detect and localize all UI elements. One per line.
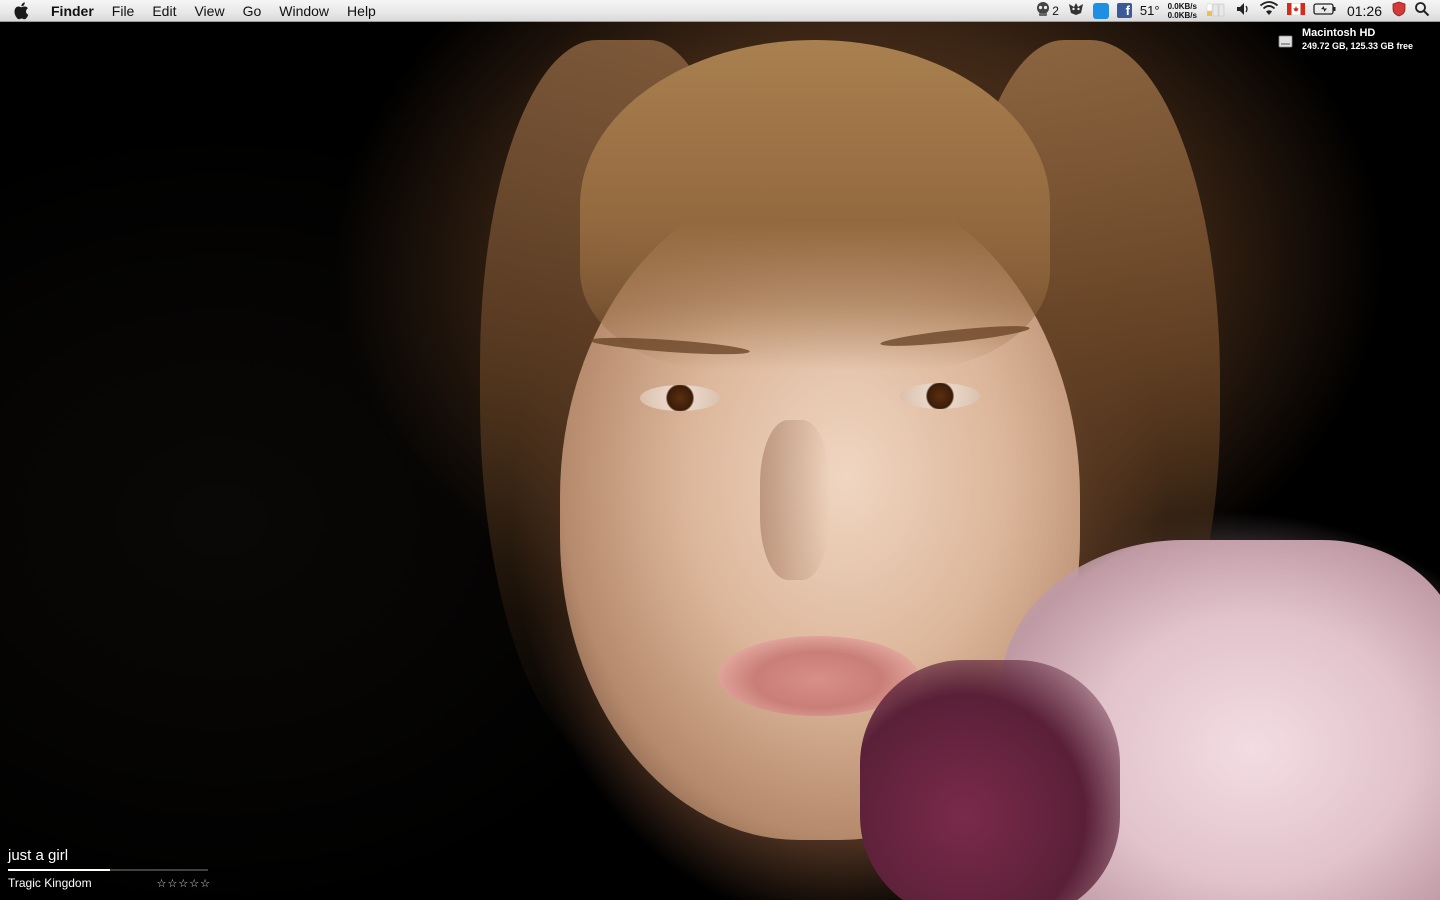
menu-app-finder[interactable]: Finder	[42, 0, 103, 22]
menu-view[interactable]: View	[185, 0, 233, 22]
facebook-status[interactable]: f	[1116, 0, 1132, 22]
menu-help[interactable]: Help	[338, 0, 385, 22]
weather-status[interactable]: 51°	[1140, 0, 1160, 22]
wallpaper-bangs	[580, 40, 1050, 370]
network-meter[interactable]: 0.0KB/s 0.0KB/s	[1168, 0, 1197, 22]
menu-file[interactable]: File	[103, 0, 144, 22]
track-rating[interactable]: ☆ ☆ ☆ ☆ ☆	[157, 877, 210, 890]
track-progress-fill	[8, 869, 110, 871]
battery-icon	[1313, 2, 1337, 19]
growl-status[interactable]	[1067, 0, 1085, 22]
memory-bars[interactable]	[1205, 0, 1227, 22]
disk-name: Macintosh HD	[1302, 27, 1376, 39]
wallpaper-eye-right	[900, 383, 980, 409]
canada-flag-icon	[1286, 2, 1306, 18]
alien-monitor-status[interactable]: 2	[1035, 0, 1059, 22]
clock[interactable]: 01:26	[1345, 0, 1384, 22]
rating-star-icon[interactable]: ☆	[157, 877, 167, 890]
hard-disk-icon	[1278, 33, 1294, 51]
input-source[interactable]	[1286, 0, 1306, 22]
disk-capacity: 249.72 GB, 125.33 GB free	[1302, 41, 1414, 51]
growl-icon	[1067, 1, 1085, 20]
menu-go[interactable]: Go	[234, 0, 271, 22]
spotlight-search-icon	[1414, 1, 1430, 20]
apple-menu-icon[interactable]	[0, 0, 42, 22]
net-down-speed: 0.0KB/s	[1167, 10, 1197, 20]
net-up-speed: 0.0KB/s	[1167, 1, 1197, 11]
menu-bar: Finder File Edit View Go Window Help 2 f…	[0, 0, 1440, 22]
battery-status[interactable]	[1313, 0, 1337, 22]
weather-value: 51°	[1139, 3, 1160, 18]
dropbox-icon	[1092, 2, 1109, 19]
rating-star-icon[interactable]: ☆	[178, 877, 188, 890]
album-name: Tragic Kingdom	[8, 876, 92, 890]
facebook-icon: f	[1116, 3, 1132, 18]
security-status[interactable]	[1392, 0, 1406, 22]
volume-status[interactable]	[1235, 0, 1251, 22]
wallpaper-eye-left	[640, 385, 720, 411]
track-progress-bar[interactable]	[8, 869, 208, 871]
dropbox-status[interactable]	[1092, 0, 1109, 22]
menu-window[interactable]: Window	[270, 0, 338, 22]
alien-monitor-icon	[1035, 1, 1051, 20]
now-playing-widget: just a girl Tragic Kingdom ☆ ☆ ☆ ☆ ☆	[8, 846, 218, 890]
track-title: just a girl	[8, 847, 69, 864]
volume-icon	[1235, 1, 1251, 20]
alien-count: 2	[1052, 3, 1059, 18]
wallpaper-nose	[760, 420, 830, 580]
memory-bars-icon	[1205, 1, 1227, 20]
rating-star-icon[interactable]: ☆	[189, 877, 199, 890]
wallpaper-scarf	[860, 660, 1120, 900]
desktop-wallpaper	[0, 0, 1440, 900]
disk-usage-widget: Macintosh HD 249.72 GB, 125.33 GB free	[1278, 27, 1413, 51]
rating-star-icon[interactable]: ☆	[200, 877, 210, 890]
wifi-status[interactable]	[1259, 0, 1279, 22]
shield-icon	[1392, 1, 1406, 20]
menu-edit[interactable]: Edit	[143, 0, 185, 22]
rating-star-icon[interactable]: ☆	[168, 877, 178, 890]
spotlight-button[interactable]	[1414, 0, 1430, 22]
wifi-icon	[1259, 1, 1279, 20]
clock-time: 01:26	[1346, 2, 1382, 19]
